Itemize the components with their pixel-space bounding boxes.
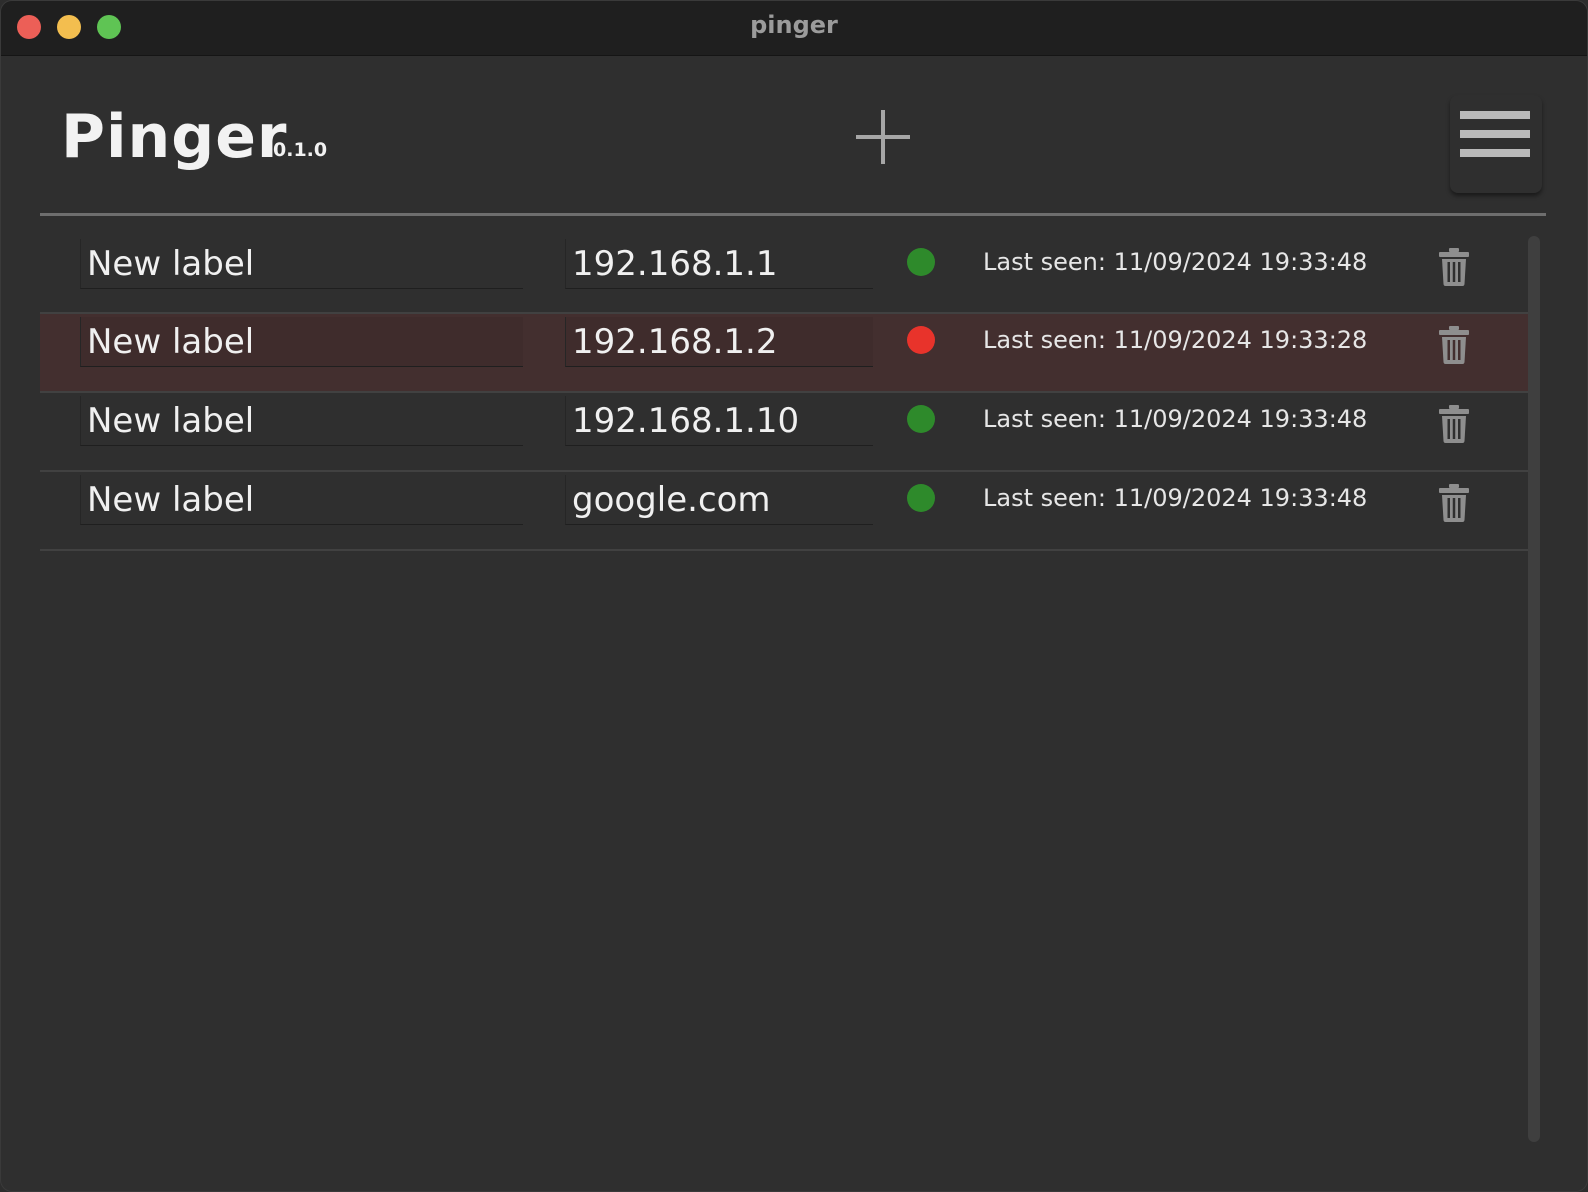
delete-host-button[interactable] bbox=[1438, 248, 1470, 286]
last-seen-text: Last seen: 11/09/2024 19:33:28 bbox=[983, 326, 1368, 354]
trash-icon bbox=[1439, 484, 1469, 522]
host-label-input[interactable] bbox=[80, 396, 523, 446]
delete-host-button[interactable] bbox=[1438, 326, 1470, 364]
delete-host-button[interactable] bbox=[1438, 405, 1470, 443]
host-row: Last seen: 11/09/2024 19:33:48 bbox=[40, 393, 1528, 472]
status-indicator bbox=[907, 326, 935, 354]
app-name: Pinger bbox=[61, 102, 288, 172]
host-label-input[interactable] bbox=[80, 239, 523, 289]
last-seen-text: Last seen: 11/09/2024 19:33:48 bbox=[983, 484, 1368, 512]
trash-icon bbox=[1439, 405, 1469, 443]
status-indicator bbox=[907, 405, 935, 433]
host-list: Last seen: 11/09/2024 19:33:48 Last seen… bbox=[40, 236, 1528, 551]
trash-icon bbox=[1439, 248, 1469, 286]
list-scrollbar[interactable] bbox=[1528, 236, 1540, 1142]
last-seen-text: Last seen: 11/09/2024 19:33:48 bbox=[983, 405, 1368, 433]
host-address-input[interactable] bbox=[565, 396, 873, 446]
last-seen-text: Last seen: 11/09/2024 19:33:48 bbox=[983, 248, 1368, 276]
delete-host-button[interactable] bbox=[1438, 484, 1470, 522]
title-bar[interactable]: pinger bbox=[1, 1, 1587, 56]
trash-icon bbox=[1439, 326, 1469, 364]
host-label-input[interactable] bbox=[80, 475, 523, 525]
app-version: 0.1.0 bbox=[273, 139, 328, 161]
status-indicator bbox=[907, 484, 935, 512]
host-address-input[interactable] bbox=[565, 317, 873, 367]
host-row: Last seen: 11/09/2024 19:33:48 bbox=[40, 236, 1528, 314]
menu-button[interactable] bbox=[1450, 95, 1542, 193]
add-host-button[interactable] bbox=[853, 107, 913, 167]
host-row: Last seen: 11/09/2024 19:33:28 bbox=[40, 314, 1528, 393]
status-indicator bbox=[907, 248, 935, 276]
app-window: pinger Pinger 0.1.0 Last seen: 11/09/202… bbox=[0, 0, 1588, 1192]
host-row: Last seen: 11/09/2024 19:33:48 bbox=[40, 472, 1528, 551]
host-address-input[interactable] bbox=[565, 239, 873, 289]
header-divider bbox=[40, 213, 1546, 216]
window-title: pinger bbox=[750, 11, 838, 39]
host-label-input[interactable] bbox=[80, 317, 523, 367]
host-address-input[interactable] bbox=[565, 475, 873, 525]
app-header: Pinger 0.1.0 bbox=[1, 55, 1587, 215]
